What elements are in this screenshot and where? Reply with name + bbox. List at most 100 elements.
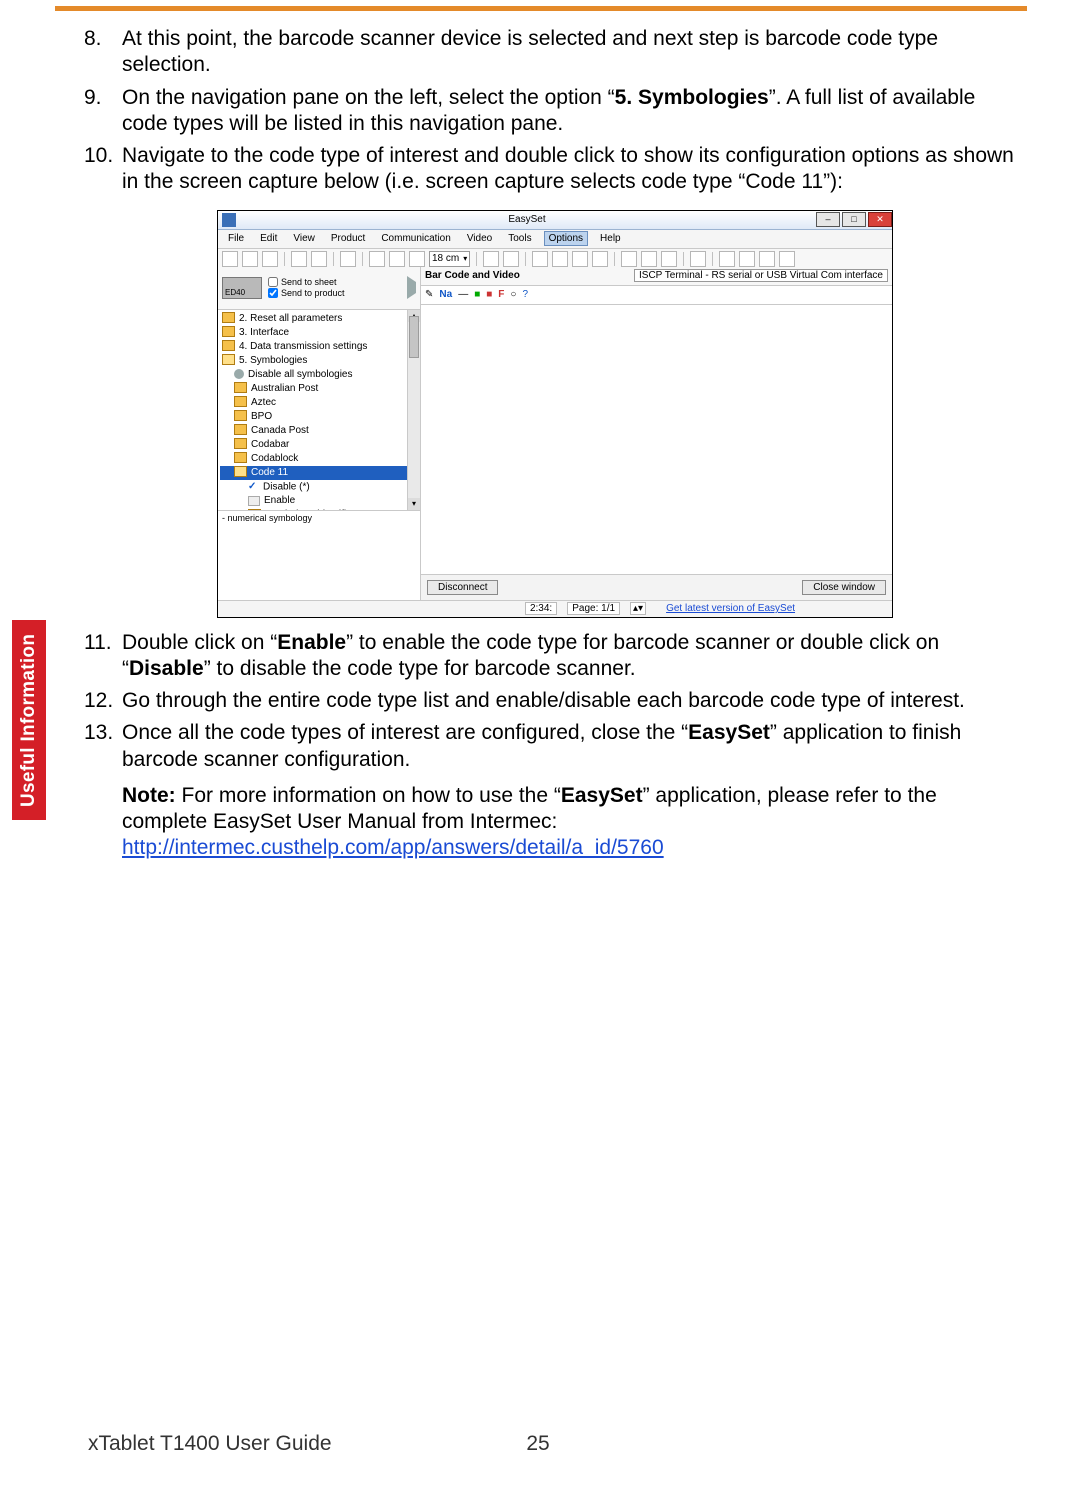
right-pane: Bar Code and Video ISCP Terminal - RS se…	[421, 267, 892, 601]
tool-icon[interactable]: ○	[510, 289, 516, 300]
status-time: 2:34:	[525, 602, 557, 615]
description-pane: - numerical symbology	[218, 510, 420, 601]
tree-item[interactable]: Aztec	[220, 396, 418, 410]
status-update-link[interactable]: Get latest version of EasySet	[666, 603, 795, 614]
tree-item[interactable]: Disable (*)	[220, 480, 418, 495]
footer-page-number: 25	[526, 1432, 549, 1456]
tree-item[interactable]: Symbology identifier	[220, 508, 418, 509]
menu-file[interactable]: File	[224, 232, 248, 245]
toolbar-button[interactable]	[641, 251, 657, 267]
toolbar-size-combo[interactable]: 18 cm▾	[429, 251, 470, 267]
toolbar-button[interactable]	[389, 251, 405, 267]
play-button[interactable]	[407, 282, 416, 293]
tool-icon[interactable]: ■	[474, 289, 480, 300]
toolbar-button[interactable]	[291, 251, 307, 267]
status-page: Page: 1/1	[567, 602, 620, 615]
minimize-button[interactable]: –	[816, 212, 840, 227]
scroll-down-icon[interactable]: ▾	[408, 498, 420, 510]
send-to-product-option[interactable]: Send to product	[268, 288, 345, 298]
toolbar-button[interactable]	[661, 251, 677, 267]
step-13-text: Once all the code types of interest are …	[122, 720, 1022, 773]
status-page-spinner[interactable]: ▴▾	[630, 602, 646, 615]
window-buttons: – □ ✕	[814, 212, 892, 227]
note-link[interactable]: http://intermec.custhelp.com/app/answers…	[122, 836, 664, 859]
page-footer: xTablet T1400 User Guide 25	[88, 1432, 988, 1456]
step-9-bold: 5. Symbologies	[615, 86, 769, 109]
tree-item[interactable]: BPO	[220, 410, 418, 424]
step-12-number: 12.	[84, 688, 118, 714]
tree-item[interactable]: Code 11	[220, 466, 418, 480]
step-12: 12. Go through the entire code type list…	[88, 688, 1022, 714]
tool-icon[interactable]: ■	[486, 289, 492, 300]
toolbar-button[interactable]	[759, 251, 775, 267]
disconnect-button[interactable]: Disconnect	[427, 580, 498, 595]
menu-product[interactable]: Product	[327, 232, 369, 245]
play-icon	[407, 276, 416, 299]
toolbar-button[interactable]	[552, 251, 568, 267]
tree-item[interactable]: Canada Post	[220, 424, 418, 438]
device-badge: ED40	[222, 277, 262, 299]
step-list: 8. At this point, the barcode scanner de…	[88, 26, 1022, 196]
toolbar-button[interactable]	[739, 251, 755, 267]
tree-item[interactable]: Codabar	[220, 438, 418, 452]
tree-item[interactable]: 2. Reset all parameters	[220, 312, 418, 326]
menu-tools[interactable]: Tools	[504, 232, 535, 245]
note-block: Note: For more information on how to use…	[88, 783, 1022, 862]
tool-icon[interactable]: Na	[439, 289, 452, 300]
tree-item[interactable]: 5. Symbologies	[220, 354, 418, 368]
send-options: Send to sheet Send to product	[268, 277, 345, 298]
toolbar-button[interactable]	[592, 251, 608, 267]
toolbar-button[interactable]	[409, 251, 425, 267]
send-to-sheet-option[interactable]: Send to sheet	[268, 277, 345, 287]
right-canvas	[421, 305, 892, 574]
toolbar-button[interactable]	[719, 251, 735, 267]
toolbar-separator	[333, 252, 334, 266]
toolbar-button[interactable]	[369, 251, 385, 267]
menu-edit[interactable]: Edit	[256, 232, 281, 245]
toolbar-button[interactable]	[690, 251, 706, 267]
tree-item[interactable]: 3. Interface	[220, 326, 418, 340]
device-header: ED40 Send to sheet Send to product	[218, 267, 420, 310]
step-11-bold2: Disable	[129, 657, 204, 680]
window-body: ED40 Send to sheet Send to product 2. Re…	[218, 267, 892, 601]
menu-communication[interactable]: Communication	[377, 232, 454, 245]
tree-item[interactable]: Disable all symbologies	[220, 368, 418, 382]
toolbar-button[interactable]	[340, 251, 356, 267]
tree-item[interactable]: Enable	[220, 494, 418, 508]
toolbar-button[interactable]	[222, 251, 238, 267]
toolbar-button[interactable]	[532, 251, 548, 267]
toolbar-button[interactable]	[262, 251, 278, 267]
send-to-sheet-checkbox[interactable]	[268, 277, 278, 287]
menu-view[interactable]: View	[289, 232, 319, 245]
step-11-post: ” to disable the code type for barcode s…	[204, 657, 636, 680]
menu-help[interactable]: Help	[596, 232, 625, 245]
toolbar-button[interactable]	[572, 251, 588, 267]
close-window-button[interactable]: Close window	[802, 580, 886, 595]
menu-video[interactable]: Video	[463, 232, 496, 245]
maximize-button[interactable]: □	[842, 212, 866, 227]
tree-item[interactable]: 4. Data transmission settings	[220, 340, 418, 354]
toolbar-button[interactable]	[483, 251, 499, 267]
footer-title: xTablet T1400 User Guide	[88, 1432, 332, 1456]
tool-icon[interactable]: ?	[522, 289, 528, 300]
tool-icon[interactable]: —	[458, 289, 468, 300]
step-8-number: 8.	[84, 26, 118, 52]
tree-item[interactable]: Codablock	[220, 452, 418, 466]
scroll-thumb[interactable]	[409, 316, 419, 358]
window-titlebar: EasySet – □ ✕	[218, 211, 892, 230]
toolbar-button[interactable]	[311, 251, 327, 267]
tool-icon[interactable]: ✎	[425, 289, 433, 300]
close-button[interactable]: ✕	[868, 212, 892, 227]
tree-item[interactable]: Australian Post	[220, 382, 418, 396]
send-to-product-checkbox[interactable]	[268, 288, 278, 298]
tool-icon[interactable]: F	[498, 289, 504, 300]
toolbar-button[interactable]	[242, 251, 258, 267]
toolbar-button[interactable]	[503, 251, 519, 267]
toolbar-button[interactable]	[779, 251, 795, 267]
step-9-pre: On the navigation pane on the left, sele…	[122, 86, 615, 109]
menu-bar: File Edit View Product Communication Vid…	[218, 230, 892, 249]
toolbar-button[interactable]	[621, 251, 637, 267]
tree-scrollbar[interactable]: ▴ ▾	[407, 310, 420, 510]
menu-options[interactable]: Options	[544, 231, 588, 246]
right-footer: Disconnect Close window	[421, 574, 892, 601]
